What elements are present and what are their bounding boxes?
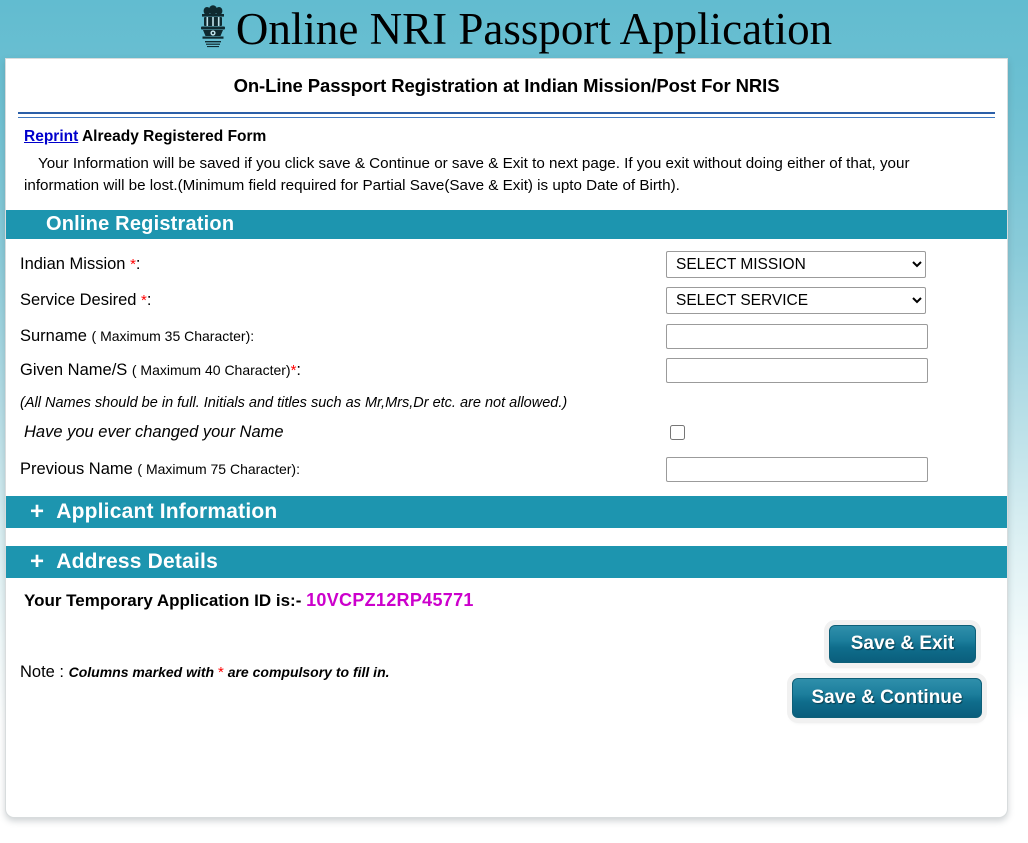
row-changed-name: Have you ever changed your Name: [6, 419, 1007, 445]
reprint-line: Reprint Already Registered Form: [24, 128, 995, 146]
row-previous-name: Previous Name ( Maximum 75 Character):: [6, 456, 1007, 482]
label-given-name: Given Name/S ( Maximum 40 Character)*:: [20, 361, 666, 380]
row-given-name: Given Name/S ( Maximum 40 Character)*:: [6, 357, 1007, 383]
given-name-input[interactable]: [666, 357, 928, 383]
page-banner: Online NRI Passport Application: [0, 0, 1028, 58]
label-given-name-text: Given Name/S: [20, 360, 132, 379]
changed-name-checkbox[interactable]: [670, 424, 685, 440]
surname-input[interactable]: [666, 323, 928, 349]
note-body-after: are compulsory to fill in.: [223, 664, 390, 681]
section-gap: [6, 528, 1007, 547]
row-service-desired: Service Desired *: SELECT SERVICE: [6, 287, 1007, 315]
label-previous-name: Previous Name ( Maximum 75 Character):: [20, 460, 666, 479]
label-previous-name-hint: ( Maximum 75 Character):: [137, 460, 300, 477]
footer-actions: Note : Columns marked with * are compuls…: [6, 611, 1007, 741]
india-state-emblem-icon: [200, 5, 225, 48]
label-surname: Surname ( Maximum 35 Character):: [20, 327, 666, 346]
save-and-exit-button[interactable]: Save & Exit: [829, 625, 976, 664]
note-body-before: Columns marked with: [68, 664, 218, 681]
save-notice-text: Your Information will be saved if you cl…: [24, 155, 910, 194]
plus-icon: +: [30, 498, 45, 526]
reprint-suffix-text: Already Registered Form: [78, 128, 267, 145]
names-instruction-note: (All Names should be in full. Initials a…: [20, 395, 568, 412]
label-service-desired: Service Desired *:: [20, 291, 666, 310]
compulsory-note: Note : Columns marked with * are compuls…: [20, 663, 390, 682]
notice-block: Reprint Already Registered Form Your Inf…: [6, 118, 1007, 196]
label-indian-mission: Indian Mission *:: [20, 255, 666, 274]
label-previous-name-text: Previous Name: [20, 459, 138, 478]
label-changed-name: Have you ever changed your Name: [24, 422, 284, 441]
section-title-address-details: Address Details: [56, 550, 218, 574]
note-prefix: Note :: [20, 663, 69, 682]
label-surname-text: Surname: [20, 326, 92, 345]
row-surname: Surname ( Maximum 35 Character):: [6, 323, 1007, 349]
temp-id-label: Your Temporary Application ID is:-: [24, 591, 307, 611]
reprint-link[interactable]: Reprint: [24, 128, 78, 145]
online-registration-form: Indian Mission *: SELECT MISSION Service…: [6, 251, 1007, 482]
section-title-applicant-information: Applicant Information: [56, 500, 278, 524]
row-indian-mission: Indian Mission *: SELECT MISSION: [6, 251, 1007, 279]
plus-icon: +: [30, 548, 45, 576]
label-surname-hint: ( Maximum 35 Character):: [91, 327, 255, 344]
previous-name-input[interactable]: [666, 456, 928, 482]
label-given-name-colon: :: [296, 360, 302, 379]
section-header-address-details[interactable]: + Address Details: [6, 546, 1007, 579]
label-given-name-hint: ( Maximum 40 Character): [131, 361, 291, 378]
temporary-application-id: Your Temporary Application ID is:- 10VCP…: [6, 578, 1007, 611]
label-indian-mission-colon: :: [135, 255, 141, 274]
section-title-online-registration: Online Registration: [46, 213, 235, 236]
section-header-applicant-information[interactable]: + Applicant Information: [6, 496, 1007, 529]
service-desired-select[interactable]: SELECT SERVICE: [666, 287, 926, 315]
page-title: Online NRI Passport Application: [235, 4, 833, 54]
form-subtitle: On-Line Passport Registration at Indian …: [233, 75, 780, 96]
temp-id-value: 10VCPZ12RP45771: [306, 590, 474, 611]
label-service-desired-colon: :: [146, 291, 152, 310]
label-service-desired-text: Service Desired: [20, 291, 142, 310]
section-header-online-registration: Online Registration: [6, 210, 1007, 240]
save-and-continue-button[interactable]: Save & Continue: [792, 678, 982, 719]
indian-mission-select[interactable]: SELECT MISSION: [666, 251, 926, 279]
main-form-card: On-Line Passport Registration at Indian …: [5, 58, 1008, 818]
label-indian-mission-text: Indian Mission: [20, 255, 131, 274]
